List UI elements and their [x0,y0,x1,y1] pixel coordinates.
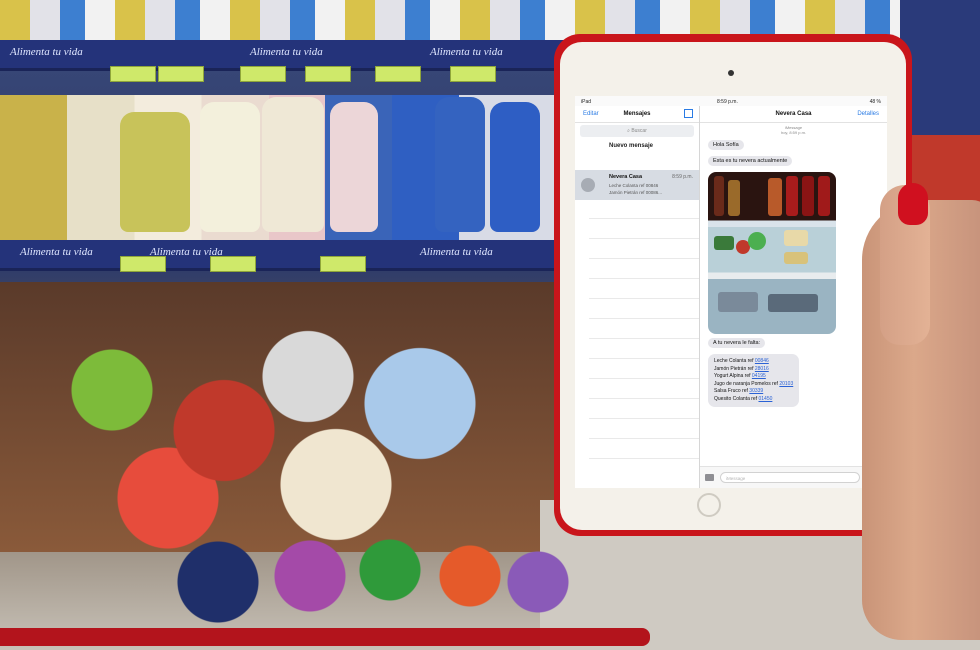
thread-time: 8:59 p.m. [672,174,693,180]
carrier-label: iPad [581,99,592,105]
dairy-bottles [0,95,560,240]
price-tag [320,256,366,272]
ref-link[interactable]: 28016 [755,366,769,372]
message-bubble: Hola Sofía [708,140,744,150]
ref-link[interactable]: 30339 [749,388,763,394]
shelf-slogan: Alimenta tu vida [250,46,323,58]
message-bubble: Esta es tu nevera actualmente [708,156,793,166]
status-bar: iPad 8:59 p.m. 48 % [575,96,887,106]
search-input[interactable]: ⌕ Buscar [580,125,694,137]
price-tag [120,256,166,272]
clock: 8:59 p.m. [717,99,738,105]
missing-item: Leche Colanta ref 00846 [714,358,769,364]
ref-link[interactable]: 00846 [755,358,769,364]
compose-icon[interactable] [684,109,693,118]
shelf-slogan: Alimenta tu vida [20,246,93,258]
home-button[interactable] [697,493,721,517]
missing-items-bubble: Leche Colanta ref 00846 Jamón Pietrán re… [708,354,800,407]
message-input[interactable]: iMessage [720,472,860,483]
message-timestamp: hoy, 8:59 p.m. [780,130,807,135]
message-bubble: A tu nevera le falta: [708,338,766,348]
tablet-screen: iPad 8:59 p.m. 48 % Editar Mensajes ⌕ Bu… [575,96,887,488]
missing-item: Jamón Pietrán ref 28016 [714,365,769,372]
cart-contents [170,510,570,630]
thread-preview: Leche Colanta ref 00846 [609,183,659,188]
price-tag [305,66,351,82]
camera-icon[interactable] [705,474,714,481]
messages-title: Mensajes [623,111,651,117]
thread-name: Nevera Casa [609,174,643,180]
thread-preview: Jamón Pietrán ref 00086... [609,190,663,195]
shelf-slogan: Alimenta tu vida [10,46,83,58]
shopping-cart-handle [0,628,650,646]
price-tag [110,66,156,82]
price-tag [158,66,204,82]
messages-nav-bar: Editar Mensajes [575,106,699,123]
missing-item: Yogurt Alpina ref 04195 [714,373,766,379]
missing-item: Salsa Fruco ref 30339 [714,388,764,394]
shelf-slogan: Alimenta tu vida [430,46,503,58]
messages-list-pane: Editar Mensajes ⌕ Buscar Nuevo mensaje N… [575,106,700,488]
ref-link[interactable]: 04195 [752,373,766,379]
missing-item: Jugo de naranja Pomelos ref 20103 [714,380,794,387]
price-tag [210,256,256,272]
conversation-nav-bar: Nevera Casa Detalles [700,106,887,123]
painted-nail [898,183,928,225]
front-camera-icon [728,70,734,76]
price-tag [450,66,496,82]
new-message-item[interactable]: Nuevo mensaje [609,143,653,149]
thread-item[interactable]: Nevera Casa 8:59 p.m. Leche Colanta ref … [575,170,699,200]
price-tag [240,66,286,82]
shelf-slogan: Alimenta tu vida [420,246,493,258]
message-input-bar: iMessage [700,466,887,488]
ref-link[interactable]: 01450 [758,396,772,402]
price-tag [375,66,421,82]
ref-link[interactable]: 20103 [779,381,793,387]
details-button[interactable]: Detalles [857,111,879,117]
fridge-photo[interactable] [708,172,836,334]
avatar [581,178,595,192]
battery-label: 48 % [869,99,881,105]
conversation-pane: Nevera Casa Detalles iMessage hoy, 8:59 … [700,106,887,488]
missing-item: Quesito Colanta ref 01450 [714,395,773,402]
